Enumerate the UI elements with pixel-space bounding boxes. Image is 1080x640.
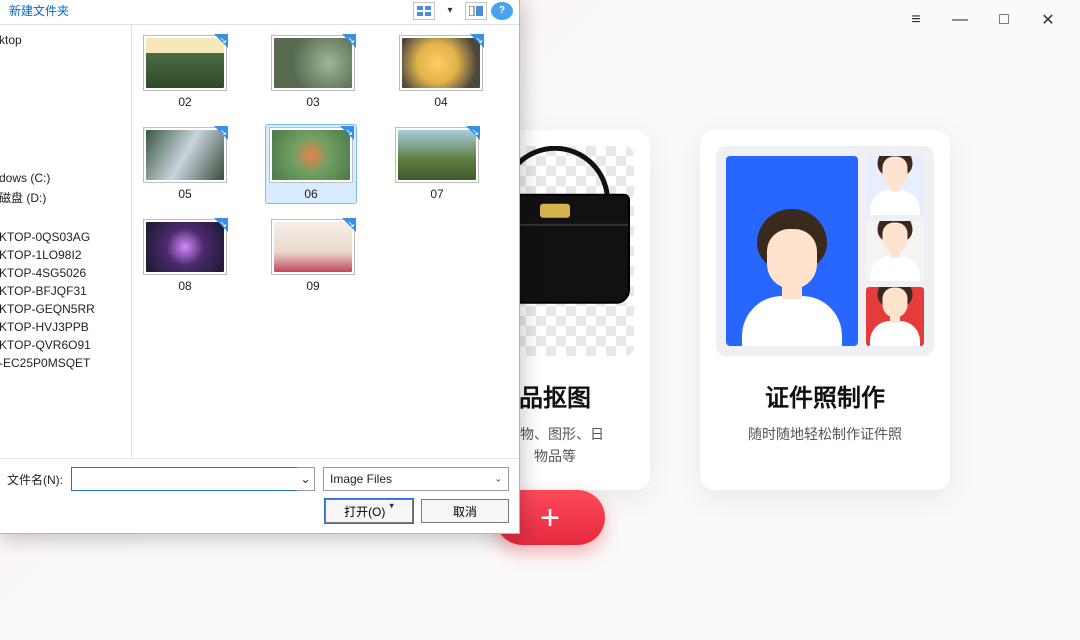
tree-network-item[interactable]: KTOP-HVJ3PPB [0,318,131,336]
maximize-button[interactable]: □ [992,8,1016,32]
filetype-select[interactable]: Image Files ⌄ [323,467,509,491]
card-cutout-title: 品抠图 [519,378,591,413]
thumb-label: 08 [178,279,191,293]
dialog-toolbar: 新建文件夹 ▾ ? [0,0,519,25]
id-thumb-blue [866,156,924,215]
view-mode-button[interactable] [413,2,435,20]
id-thumb-white [866,221,924,280]
file-thumb[interactable]: ↘ 06 [266,125,356,203]
thumb-image: ↘ [143,127,227,183]
file-thumb[interactable]: ↘ 08 [140,219,230,293]
id-main-photo [726,156,858,346]
preview-pane-button[interactable] [465,2,487,20]
file-thumb[interactable]: ↘ 05 [140,127,230,201]
filename-label: 文件名(N): [7,471,63,488]
file-thumb[interactable]: ↘ 03 [268,35,358,109]
open-button[interactable]: 打开(O) ▾ [325,499,413,523]
folder-tree[interactable]: ktop dows (C:) 磁盘 (D:) KTOP-0QS03AGKTOP-… [0,25,132,458]
thumb-label: 09 [306,279,319,293]
file-thumb[interactable]: ↘ 07 [392,127,482,201]
thumb-image: ↘ [399,35,483,91]
file-thumb[interactable]: ↘ 09 [268,219,358,293]
card-idphoto[interactable]: 证件照制作 随时随地轻松制作证件照 [700,130,950,490]
chevron-down-icon: ▾ [389,500,394,511]
id-thumb-red [866,287,924,346]
plus-icon: + [540,501,560,535]
thumb-label: 04 [434,95,447,109]
tree-network-item[interactable]: KTOP-GEQN5RR [0,300,131,318]
tree-network-item[interactable]: KTOP-1LO98I2 [0,246,131,264]
tree-network-item[interactable]: KTOP-QVR6O91 [0,336,131,354]
tree-network-item[interactable]: KTOP-4SG5026 [0,264,131,282]
thumb-image: ↘ [271,219,355,275]
filename-dropdown-icon[interactable]: ⌄ [297,467,315,491]
thumb-image: ↘ [269,127,353,183]
minimize-button[interactable]: — [948,8,972,32]
close-button[interactable]: ✕ [1036,8,1060,32]
cancel-button[interactable]: 取消 [421,499,509,523]
thumb-label: 03 [306,95,319,109]
view-dropdown-icon[interactable]: ▾ [439,2,461,20]
filename-input[interactable] [71,467,315,491]
tree-network-item[interactable]: KTOP-0QS03AG [0,228,131,246]
card-idphoto-desc: 随时随地轻松制作证件照 [740,423,910,445]
file-list[interactable]: ↘ 02 ↘ 03 ↘ 04 ↘ 05 ↘ 06 ↘ [132,25,519,458]
tree-drive-d[interactable]: 磁盘 (D:) [0,187,131,208]
file-thumb[interactable]: ↘ 02 [140,35,230,109]
thumb-image: ↘ [271,35,355,91]
tree-desktop[interactable]: ktop [0,31,131,49]
help-button[interactable]: ? [491,2,513,20]
file-open-dialog: 新建文件夹 ▾ ? ktop dows (C:) 磁盘 (D:) KTOP-0Q… [0,0,520,534]
feature-cards: 品抠图 植物、图形、日 物品等 [460,130,950,490]
dialog-bottom: 文件名(N): ⌄ Image Files ⌄ 打开(O) ▾ 取消 [0,458,519,533]
thumb-label: 02 [178,95,191,109]
thumb-label: 05 [178,187,191,201]
tree-network-item[interactable]: -EC25P0MSQET [0,354,131,372]
thumb-label: 07 [430,187,443,201]
new-folder-button[interactable]: 新建文件夹 [3,0,75,21]
chevron-down-icon: ⌄ [494,474,502,485]
tree-drive-c[interactable]: dows (C:) [0,169,131,187]
thumb-image: ↘ [143,219,227,275]
tree-network-item[interactable]: KTOP-BFJQF31 [0,282,131,300]
file-thumb[interactable]: ↘ 04 [396,35,486,109]
idphoto-preview [716,146,934,356]
thumb-image: ↘ [143,35,227,91]
thumb-image: ↘ [395,127,479,183]
menu-button[interactable]: ≡ [904,8,928,32]
card-idphoto-title: 证件照制作 [765,378,885,413]
thumb-label: 06 [304,187,317,201]
titlebar: ≡ — □ ✕ [904,0,1080,40]
